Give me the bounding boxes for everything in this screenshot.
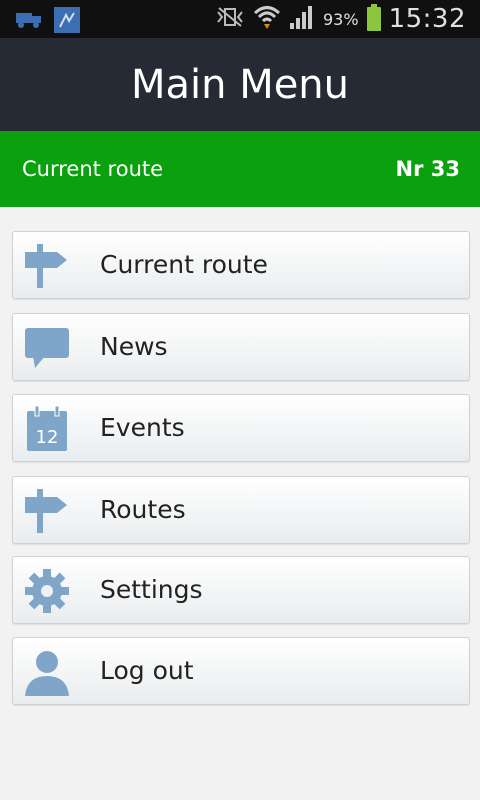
menu-item-events[interactable]: 12 Events	[12, 394, 470, 462]
menu-item-label: Events	[100, 413, 185, 442]
person-icon	[23, 648, 71, 696]
app-notification-icon	[54, 7, 80, 37]
menu-item-label: Current route	[100, 250, 268, 279]
current-route-label: Current route	[22, 157, 164, 181]
signpost-icon	[23, 487, 71, 535]
battery-icon	[366, 4, 381, 31]
signpost-icon	[23, 242, 71, 290]
signal-icon	[289, 5, 315, 33]
calendar-icon: 12	[23, 405, 71, 453]
route-number: Nr 33	[395, 157, 460, 181]
current-route-bar: Current route Nr 33	[0, 131, 480, 207]
page-title: Main Menu	[130, 61, 350, 108]
clock: 15:32	[388, 4, 466, 34]
menu-item-routes[interactable]: Routes	[12, 476, 470, 544]
menu-item-label: Routes	[100, 495, 186, 524]
battery-percent: 93%	[323, 9, 359, 29]
menu-item-news[interactable]: News	[12, 313, 470, 381]
menu-item-current-route[interactable]: Current route	[12, 231, 470, 299]
vibrate-icon	[215, 6, 245, 32]
speech-bubble-icon	[23, 324, 71, 372]
menu-item-settings[interactable]: Settings	[12, 556, 470, 624]
calendar-day-text: 12	[36, 427, 59, 448]
menu-item-label: News	[100, 332, 168, 361]
app-header: Main Menu	[0, 38, 480, 131]
gear-icon	[23, 567, 71, 615]
menu-item-label: Log out	[100, 656, 194, 685]
truck-notification-icon	[14, 7, 44, 37]
menu-item-label: Settings	[100, 575, 203, 604]
wifi-icon	[253, 4, 281, 34]
menu-item-log-out[interactable]: Log out	[12, 637, 470, 705]
status-bar: 93% 15:32	[0, 0, 480, 38]
